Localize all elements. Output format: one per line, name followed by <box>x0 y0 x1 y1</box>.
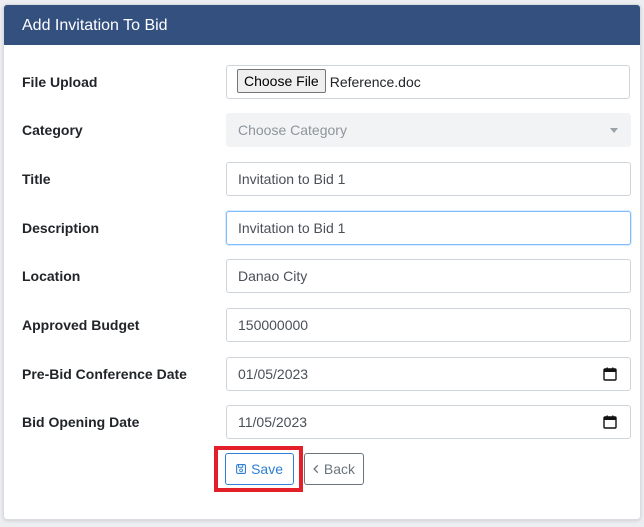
category-row: Category Choose Category <box>4 113 640 147</box>
description-row: Description Invitation to Bid 1 <box>4 211 640 245</box>
description-label: Description <box>22 220 100 236</box>
category-label: Category <box>22 122 83 138</box>
caret-down-icon <box>610 128 618 133</box>
save-button-label: Save <box>251 461 283 477</box>
pre-bid-date-input[interactable]: 01/05/2023 <box>226 357 631 391</box>
category-placeholder: Choose Category <box>238 122 347 138</box>
calendar-icon[interactable] <box>603 367 617 381</box>
approved-budget-row: Approved Budget 150000000 <box>4 308 640 342</box>
back-button-label: Back <box>323 461 355 477</box>
file-upload-row: File Upload Choose File Reference.doc <box>4 65 640 99</box>
category-select[interactable]: Choose Category <box>226 113 631 147</box>
calendar-icon[interactable] <box>603 415 617 429</box>
floppy-disk-icon <box>236 464 246 474</box>
choose-file-button[interactable]: Choose File <box>237 69 326 93</box>
bid-opening-date-row: Bid Opening Date 11/05/2023 <box>4 405 640 439</box>
location-input[interactable]: Danao City <box>226 259 631 293</box>
save-button[interactable]: Save <box>225 453 294 485</box>
back-button[interactable]: Back <box>304 453 364 485</box>
title-input[interactable]: Invitation to Bid 1 <box>226 162 631 196</box>
card-header-title: Add Invitation To Bid <box>4 5 640 45</box>
add-invitation-card: Add Invitation To Bid File Upload Choose… <box>3 4 641 520</box>
title-row: Title Invitation to Bid 1 <box>4 162 640 196</box>
description-input[interactable]: Invitation to Bid 1 <box>226 211 631 245</box>
pre-bid-date-label: Pre-Bid Conference Date <box>22 366 187 382</box>
approved-budget-label: Approved Budget <box>22 317 140 333</box>
bid-opening-date-value: 11/05/2023 <box>238 414 308 430</box>
file-upload-label: File Upload <box>22 74 98 90</box>
title-label: Title <box>22 171 51 187</box>
file-name-text: Reference.doc <box>329 74 421 90</box>
bid-opening-date-label: Bid Opening Date <box>22 414 140 430</box>
pre-bid-date-row: Pre-Bid Conference Date 01/05/2023 <box>4 357 640 391</box>
bid-opening-date-input[interactable]: 11/05/2023 <box>226 405 631 439</box>
file-upload-field[interactable]: Choose File Reference.doc <box>226 65 630 99</box>
location-row: Location Danao City <box>4 259 640 293</box>
approved-budget-input[interactable]: 150000000 <box>226 308 631 342</box>
location-label: Location <box>22 268 81 284</box>
chevron-left-icon <box>313 464 319 474</box>
pre-bid-date-value: 01/05/2023 <box>238 366 309 382</box>
